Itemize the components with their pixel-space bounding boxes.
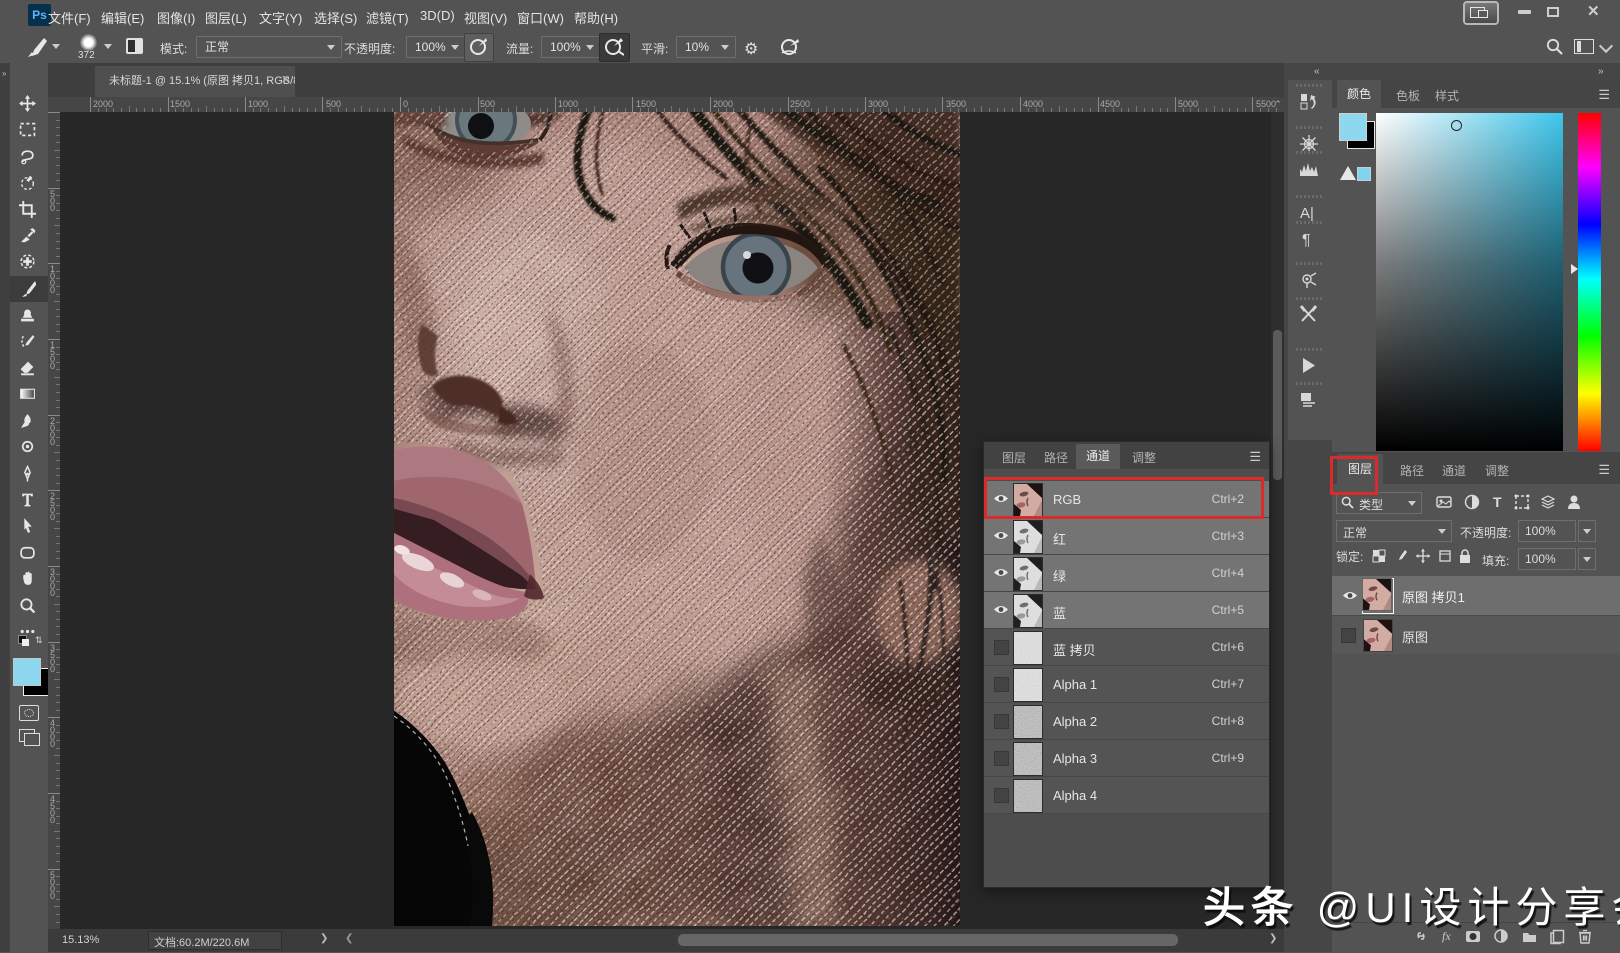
svg-text:A|: A| xyxy=(1300,205,1314,222)
svg-text:T: T xyxy=(1493,494,1502,510)
svg-text:¶: ¶ xyxy=(1302,232,1311,249)
svg-text:fx: fx xyxy=(1442,929,1451,943)
